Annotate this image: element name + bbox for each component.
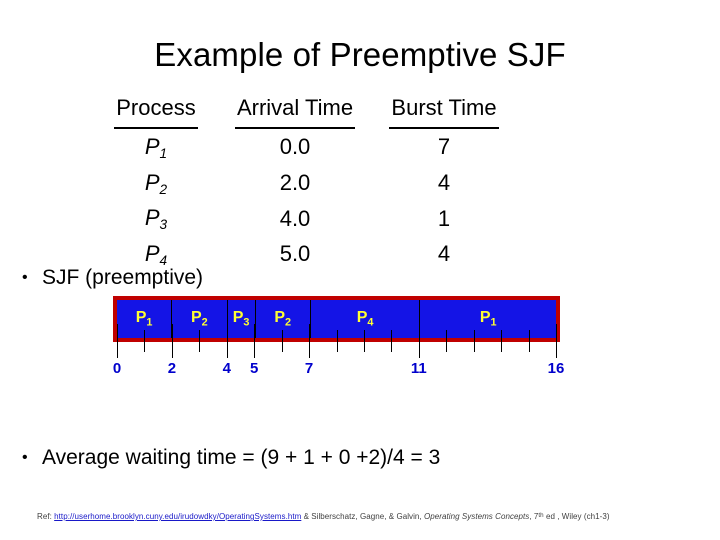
average-waiting-time-label: Average waiting time = (9 + 1 + 0 +2)/4 … (42, 446, 441, 469)
table-row: P2 2.0 4 (96, 165, 514, 201)
gantt-chart: P1 P2 P3 P2 P4 P1 0 2 4 5 7 11 16 (112, 296, 565, 384)
gantt-tick (309, 324, 311, 358)
table-header-row: Process Arrival Time Burst Time (96, 90, 514, 129)
gantt-tick (501, 330, 503, 352)
gantt-tick (473, 330, 475, 352)
gantt-segment-label: P3 (232, 308, 250, 329)
footer-suffix: ed , Wiley (ch1-3) (543, 512, 610, 522)
table-row: P1 0.0 7 (96, 129, 514, 165)
bullet-marker-icon: • (22, 269, 28, 286)
gantt-segment-label: P4 (356, 308, 374, 329)
gantt-segment-label: P2 (191, 308, 208, 329)
footer-middle: & Silberschatz, Gagne, & Galvin, (301, 512, 424, 522)
gantt-tick (144, 330, 146, 352)
gantt-tick-label: 2 (167, 360, 177, 377)
process-table: Process Arrival Time Burst Time P1 0.0 7… (96, 90, 514, 272)
gantt-segment: P3 (227, 300, 256, 338)
page-title: Example of Preemptive SJF (154, 36, 566, 73)
gantt-tick (281, 330, 283, 352)
gantt-tick (254, 324, 256, 358)
cell-burst-time: 4 (437, 169, 451, 195)
gantt-segment-label: P2 (274, 308, 292, 329)
bullet-sjf-preemptive: • SJF (preemptive) (22, 265, 203, 290)
reference-link[interactable]: http://userhome.brooklyn.cuny.edu/irudow… (54, 512, 301, 521)
gantt-tick-label: 7 (304, 360, 314, 377)
gantt-tick (117, 324, 118, 358)
footer-reference: Ref: http://userhome.brooklyn.cuny.edu/i… (37, 512, 610, 522)
cell-arrival-time: 5.0 (279, 241, 311, 267)
gantt-tick-label: 4 (222, 360, 231, 377)
gantt-tick-label: 11 (410, 360, 427, 377)
bullet-marker-icon: • (22, 449, 28, 466)
gantt-segment-label: P1 (479, 308, 497, 329)
column-header-process: Process (96, 90, 216, 129)
gantt-tick (391, 330, 393, 352)
cell-process: P2 (144, 169, 168, 197)
cell-process: P3 (144, 205, 168, 233)
gantt-tick (363, 330, 365, 352)
gantt-segment-label: P1 (135, 308, 153, 329)
gantt-tick-label: 0 (112, 360, 122, 377)
cell-process: P1 (144, 133, 168, 161)
gantt-tick (556, 324, 557, 358)
table-row: P3 4.0 1 (96, 200, 514, 236)
column-header-arrival-time: Arrival Time (216, 90, 374, 129)
gantt-tick-label: 16 (547, 360, 565, 377)
gantt-tick (446, 330, 448, 352)
cell-arrival-time: 4.0 (279, 205, 311, 231)
cell-burst-time: 7 (437, 133, 451, 159)
gantt-tick (226, 324, 228, 358)
gantt-tick (336, 330, 338, 352)
gantt-tick (418, 324, 420, 358)
gantt-tick-marks (113, 324, 560, 360)
cell-burst-time: 1 (437, 205, 451, 231)
cell-burst-time: 4 (437, 241, 451, 267)
gantt-tick (199, 330, 201, 352)
gantt-segment: P1 (420, 300, 556, 338)
footer-book-title: Operating Systems Concepts (423, 512, 530, 522)
cell-arrival-time: 0.0 (279, 133, 311, 159)
cell-arrival-time: 2.0 (279, 169, 311, 195)
gantt-segment: P4 (310, 300, 421, 338)
gantt-tick-label: 5 (250, 360, 259, 377)
gantt-tick-labels: 0 2 4 5 7 11 16 (112, 360, 565, 384)
bullet-average-waiting-time: • Average waiting time = (9 + 1 + 0 +2)/4… (22, 445, 440, 470)
gantt-segment: P2 (255, 300, 311, 338)
gantt-tick (528, 330, 530, 352)
bullet-sjf-label: SJF (preemptive) (42, 266, 204, 289)
footer-prefix: Ref: (37, 512, 55, 522)
gantt-tick (171, 324, 173, 358)
column-header-burst-time: Burst Time (374, 90, 514, 129)
